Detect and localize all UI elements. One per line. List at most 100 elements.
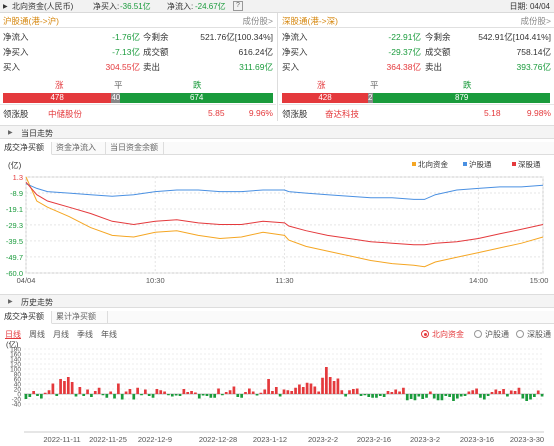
flat-count: 40 [111,93,121,103]
bar [371,394,374,398]
bar [378,394,382,396]
tab-hist-cumulative[interactable]: 累计净买额 [52,311,108,324]
bar [63,381,66,394]
bar [140,394,143,396]
bar [105,394,109,398]
bar [463,394,467,396]
down-label: 跌 [193,80,202,90]
period-year[interactable]: 年线 [101,329,117,340]
intraday-section-header[interactable]: ▶ 当日走势 [0,125,554,139]
sz-panel-title[interactable]: 深股通(港->深) [282,15,338,27]
collapse-triangle-icon[interactable]: ▶ [3,3,8,10]
bar [178,394,182,396]
bar [325,367,328,394]
x-tick-label: 04/04 [17,276,36,285]
history-bar-chart: (亿)180160140120100806040200-20-402022-11… [6,341,544,444]
x-tick-label: 2023-3-16 [460,435,494,444]
period-month[interactable]: 月线 [53,329,69,340]
legend-swatch [412,162,416,166]
tab-balance[interactable]: 当日资金余额 [106,142,164,155]
legend-label: 北向资金 [418,159,448,169]
help-icon[interactable]: ? [233,1,243,11]
legend-swatch [512,162,516,166]
row-label: 成交额 [425,47,451,57]
radio-sz-icon[interactable] [516,330,524,338]
sh-connect-panel: 沪股通(港->沪) 成份股> 净流入 -1.76亿 今剩余 521.76亿[10… [0,13,276,121]
sh-components-link[interactable]: 成份股> [243,15,273,27]
radio-north-icon[interactable] [421,330,429,338]
bar [197,394,201,399]
bar [159,390,163,394]
lead-stock-name[interactable]: 中储股份 [48,108,82,120]
flat-label: 平 [370,80,379,90]
lead-stock-name[interactable]: 奋达科技 [325,108,359,120]
tab-hist-net-buy[interactable]: 成交净买额 [0,311,52,324]
bar [448,394,451,397]
bar [317,391,321,394]
bar [182,389,186,394]
x-tick-label: 2023-3-30 [510,435,544,444]
panel-divider [277,13,278,121]
radio-sh-icon[interactable] [474,330,482,338]
bar [263,389,267,394]
history-section-header[interactable]: ▶ 历史走势 [0,294,554,308]
net-buy-label: 净买入: [93,2,120,11]
x-tick-label: 15:00 [530,276,549,285]
row-value: 521.76亿[100.34%] [200,32,273,42]
radio-sh-label[interactable]: 沪股通 [485,329,509,340]
bar [132,394,136,400]
bar [113,394,116,399]
x-tick-label: 2023-1-12 [253,435,287,444]
bar [155,389,159,394]
row-label: 净流入 [3,32,29,42]
bar [340,390,344,394]
sz-components-link[interactable]: 成份股> [521,15,551,27]
bar [82,394,86,396]
bar [351,389,355,394]
bar [367,394,371,397]
net-inflow-label: 净流入: [167,2,194,11]
tab-net-inflow[interactable]: 资金净流入 [52,142,106,155]
tab-net-buy[interactable]: 成交净买额 [0,142,52,155]
bar [97,387,101,394]
bar [147,394,151,396]
x-tick-label: 2023-2-16 [357,435,391,444]
bar [74,394,78,397]
row-value: 304.55亿 [105,62,141,72]
up-label: 涨 [55,80,64,90]
sz-row-netbuy: 净买入 -29.37亿 成交额 758.14亿 [279,44,554,59]
bar [286,390,290,394]
period-day[interactable]: 日线 [5,329,21,340]
bar [455,394,459,399]
bar [490,392,494,394]
sh-panel-title[interactable]: 沪股通(港->沪) [3,15,59,27]
bar [390,392,394,394]
bar [70,382,74,394]
bar [201,394,205,396]
legend-label: 沪股通 [469,159,492,169]
collapse-triangle-icon[interactable]: ▶ [8,129,13,136]
y-tick-label: -19.1 [6,205,23,214]
radio-north-label[interactable]: 北向资金 [432,329,464,340]
bar [375,394,378,398]
bar [533,394,536,397]
bar [120,394,124,400]
period-quarter[interactable]: 季线 [77,329,93,340]
bar [39,394,43,399]
bar [109,391,113,394]
bar [209,394,213,398]
bar [232,386,236,394]
bar [244,392,247,394]
bar [217,388,220,394]
bar [444,394,448,396]
bar [170,394,174,397]
y-tick-label: -49.7 [6,253,23,262]
collapse-triangle-icon[interactable]: ▶ [8,298,13,305]
x-tick-label: 11:30 [275,276,293,285]
sh-leading-stock[interactable]: 领涨股 中储股份 5.85 9.96% [0,104,276,120]
sz-leading-stock[interactable]: 领涨股 奋达科技 5.18 9.98% [279,104,554,120]
period-week[interactable]: 周线 [29,329,45,340]
bar [471,390,475,394]
sh-breadth-bar: 478 40 674 [3,93,273,103]
radio-sz-label[interactable]: 深股通 [527,329,551,340]
